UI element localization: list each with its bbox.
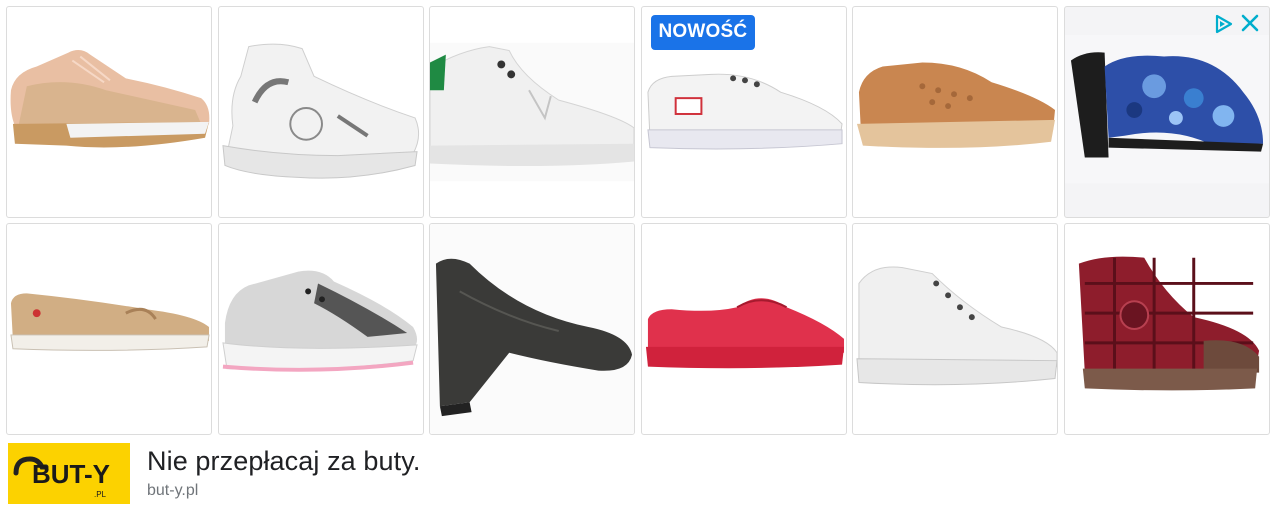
shoe-image — [1064, 34, 1269, 184]
product-tile-7[interactable] — [6, 223, 212, 435]
but-y-logo-icon: BUT-Y .PL — [13, 456, 110, 499]
ad-domain[interactable]: but-y.pl — [147, 482, 198, 500]
shoe-image — [10, 293, 210, 351]
close-icon[interactable] — [1239, 12, 1261, 34]
product-tile-5[interactable] — [852, 6, 1058, 218]
new-badge: NOWOŚĆ — [650, 15, 756, 50]
product-tile-12[interactable] — [1063, 223, 1270, 435]
logo-text: BUT-Y — [32, 459, 110, 489]
shoe-image — [430, 224, 634, 434]
shoe-image — [856, 266, 1057, 386]
shoe-image — [221, 270, 418, 372]
ad-headline[interactable]: Nie przepłacaj za buty. — [147, 446, 420, 477]
product-grid: NOWOŚĆ — [6, 6, 1270, 435]
ad-footer: BUT-Y .PL Nie przepłacaj za buty. but-y.… — [0, 438, 1280, 512]
product-tile-9[interactable] — [429, 223, 635, 435]
product-tile-1[interactable] — [6, 6, 212, 218]
shoe-image — [856, 62, 1056, 148]
brand-logo[interactable]: BUT-Y .PL — [8, 443, 130, 504]
adchoices-icon[interactable] — [1212, 13, 1234, 35]
shoe-image — [430, 42, 634, 182]
product-tile-4[interactable]: NOWOŚĆ — [640, 6, 847, 218]
product-tile-3[interactable] — [429, 6, 635, 218]
shoe-image — [221, 43, 419, 179]
product-tile-2[interactable] — [217, 6, 424, 218]
shoe-image — [10, 50, 210, 148]
logo-suffix: .PL — [94, 490, 107, 499]
shoe-image — [645, 298, 844, 369]
product-tile-6[interactable] — [1063, 6, 1270, 218]
product-tile-10[interactable] — [640, 223, 847, 435]
product-tile-11[interactable] — [852, 223, 1058, 435]
shoe-image — [1078, 256, 1259, 391]
product-tile-8[interactable] — [217, 223, 424, 435]
